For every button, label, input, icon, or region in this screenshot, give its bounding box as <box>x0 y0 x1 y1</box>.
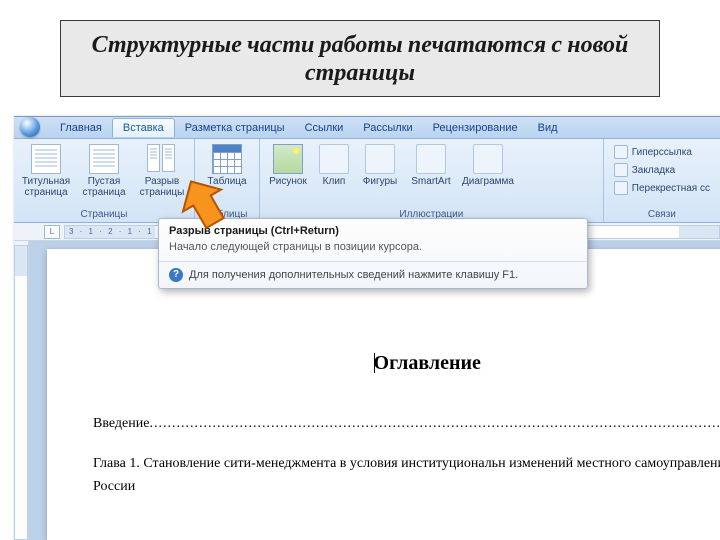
group-links: Гиперссылка Закладка Перекрестная сс Свя… <box>604 139 720 222</box>
clip-label: Клип <box>323 176 346 187</box>
shapes-button[interactable]: Фигуры <box>356 141 404 187</box>
tab-view[interactable]: Вид <box>528 119 568 137</box>
blank-page-button[interactable]: Пустая страница <box>76 141 132 198</box>
bookmark-button[interactable]: Закладка <box>614 163 675 177</box>
picture-button[interactable]: Рисунок <box>264 141 312 187</box>
crossref-label: Перекрестная сс <box>632 183 710 194</box>
table-icon <box>212 144 242 174</box>
tab-page-layout[interactable]: Разметка страницы <box>175 119 295 137</box>
tab-home[interactable]: Главная <box>50 119 112 137</box>
blank-page-label: Пустая страница <box>76 176 132 198</box>
slide-title: Структурные части работы печатаются с но… <box>75 31 645 86</box>
ribbon-body: Титульная страница Пустая страница Разры… <box>14 139 720 223</box>
hyperlink-label: Гиперссылка <box>632 147 692 158</box>
shapes-label: Фигуры <box>363 176 397 187</box>
tooltip-footer: ? Для получения дополнительных сведений … <box>159 261 587 288</box>
shapes-icon <box>365 144 395 174</box>
picture-label: Рисунок <box>269 176 307 187</box>
document-page[interactable]: Оглавление Введение Глава 1. Становление… <box>47 249 720 540</box>
help-icon: ? <box>169 268 183 282</box>
clip-icon <box>319 144 349 174</box>
ribbon-tab-strip: Главная Вставка Разметка страницы Ссылки… <box>14 117 720 139</box>
text-cursor <box>374 353 375 373</box>
cover-page-label: Титульная страница <box>18 176 74 198</box>
slide-title-box: Структурные части работы печатаются с но… <box>60 20 660 97</box>
document-heading: Оглавление <box>93 349 720 375</box>
chart-button[interactable]: Диаграмма <box>458 141 518 187</box>
tab-insert[interactable]: Вставка <box>112 118 175 137</box>
page-break-icon <box>147 144 177 174</box>
toc-chapter1-line: Глава 1. Становление сити-менеджмента в … <box>93 453 720 498</box>
tab-selector[interactable]: L <box>44 225 60 239</box>
blank-page-icon <box>89 144 119 174</box>
group-links-label: Связи <box>608 208 716 222</box>
smartart-button[interactable]: SmartArt <box>406 141 456 187</box>
office-orb-icon[interactable] <box>20 117 40 137</box>
crossref-button[interactable]: Перекрестная сс <box>614 181 710 195</box>
clip-button[interactable]: Клип <box>314 141 354 187</box>
vertical-ruler[interactable] <box>14 241 29 540</box>
tooltip-help-text: Для получения дополнительных сведений на… <box>189 269 518 281</box>
callout-arrow-icon <box>176 176 232 232</box>
crossref-icon <box>614 181 628 195</box>
word-window: Главная Вставка Разметка страницы Ссылки… <box>14 116 720 540</box>
hyperlink-icon <box>614 145 628 159</box>
chart-label: Диаграмма <box>462 176 514 187</box>
hyperlink-button[interactable]: Гиперссылка <box>614 145 692 159</box>
group-pages: Титульная страница Пустая страница Разры… <box>14 139 195 222</box>
cover-page-button[interactable]: Титульная страница <box>18 141 74 198</box>
tab-references[interactable]: Ссылки <box>295 119 354 137</box>
smartart-icon <box>416 144 446 174</box>
picture-icon <box>273 144 303 174</box>
group-illustrations: Рисунок Клип Фигуры SmartArt <box>260 139 604 222</box>
bookmark-icon <box>614 163 628 177</box>
tooltip-body: Начало следующей страницы в позиции курс… <box>159 241 587 261</box>
cover-page-icon <box>31 144 61 174</box>
tab-review[interactable]: Рецензирование <box>423 119 528 137</box>
toc-intro-line: Введение <box>93 413 720 435</box>
smartart-label: SmartArt <box>411 176 450 187</box>
chart-icon <box>473 144 503 174</box>
tab-mailings[interactable]: Рассылки <box>353 119 422 137</box>
bookmark-label: Закладка <box>632 165 675 176</box>
